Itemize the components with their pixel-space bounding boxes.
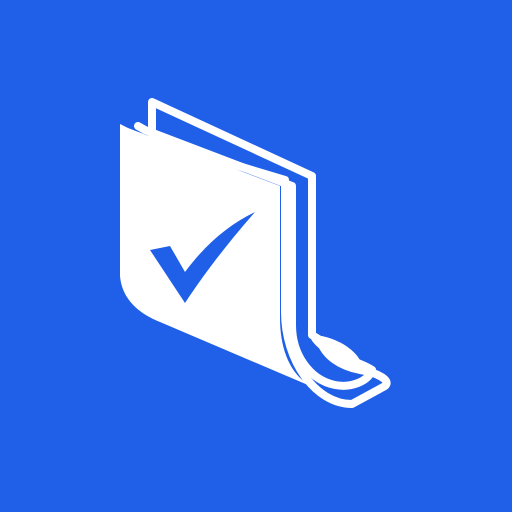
document-check-icon xyxy=(0,0,512,512)
app-icon[interactable] xyxy=(0,0,512,512)
